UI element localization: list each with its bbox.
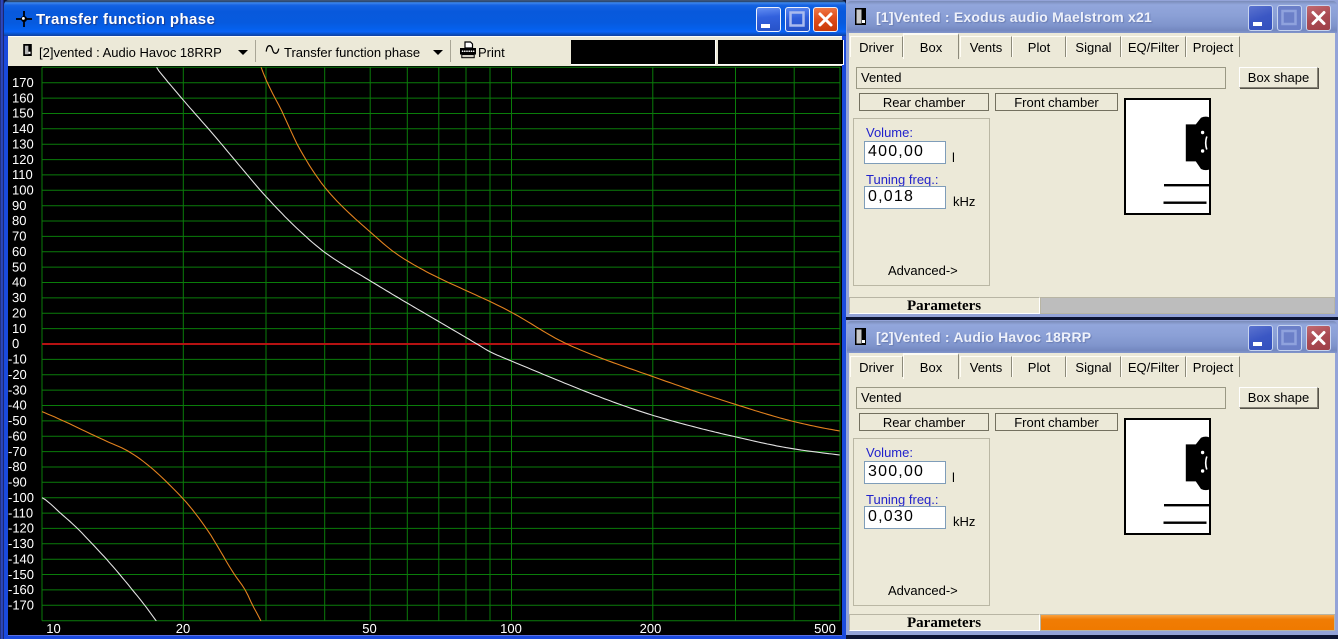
svg-text:20: 20: [176, 621, 190, 636]
svg-text:140: 140: [12, 121, 34, 136]
svg-text:160: 160: [12, 90, 34, 105]
svg-text:200: 200: [640, 621, 662, 636]
svg-text:-50: -50: [8, 413, 27, 428]
svg-text:80: 80: [12, 213, 26, 228]
svg-text:-90: -90: [8, 475, 27, 490]
svg-text:-110: -110: [8, 505, 33, 520]
svg-text:100: 100: [12, 183, 34, 198]
svg-text:50: 50: [362, 621, 376, 636]
svg-text:-150: -150: [8, 567, 34, 582]
svg-text:-170: -170: [8, 598, 34, 613]
svg-text:60: 60: [12, 244, 26, 259]
svg-text:-80: -80: [8, 459, 27, 474]
svg-text:110: 110: [12, 167, 33, 182]
svg-text:120: 120: [12, 152, 34, 167]
svg-text:500: 500: [814, 621, 836, 636]
svg-text:30: 30: [12, 290, 26, 305]
svg-text:20: 20: [12, 306, 26, 321]
svg-text:-140: -140: [8, 551, 34, 566]
svg-text:0: 0: [12, 336, 19, 351]
svg-text:50: 50: [12, 259, 26, 274]
svg-text:-40: -40: [8, 398, 27, 413]
svg-text:-160: -160: [8, 582, 34, 597]
svg-text:-120: -120: [8, 521, 34, 536]
svg-text:130: 130: [12, 136, 34, 151]
svg-text:-100: -100: [8, 490, 34, 505]
svg-text:-130: -130: [8, 536, 34, 551]
svg-text:-30: -30: [8, 382, 27, 397]
svg-text:-60: -60: [8, 428, 27, 443]
svg-text:170: 170: [12, 75, 34, 90]
svg-text:100: 100: [500, 621, 522, 636]
svg-text:-20: -20: [8, 367, 27, 382]
svg-text:40: 40: [12, 275, 26, 290]
svg-text:150: 150: [12, 106, 34, 121]
svg-text:70: 70: [12, 229, 26, 244]
svg-text:-10: -10: [8, 352, 27, 367]
svg-text:10: 10: [12, 321, 26, 336]
svg-text:90: 90: [12, 198, 26, 213]
svg-text:10: 10: [46, 621, 60, 636]
svg-text:-70: -70: [8, 444, 27, 459]
